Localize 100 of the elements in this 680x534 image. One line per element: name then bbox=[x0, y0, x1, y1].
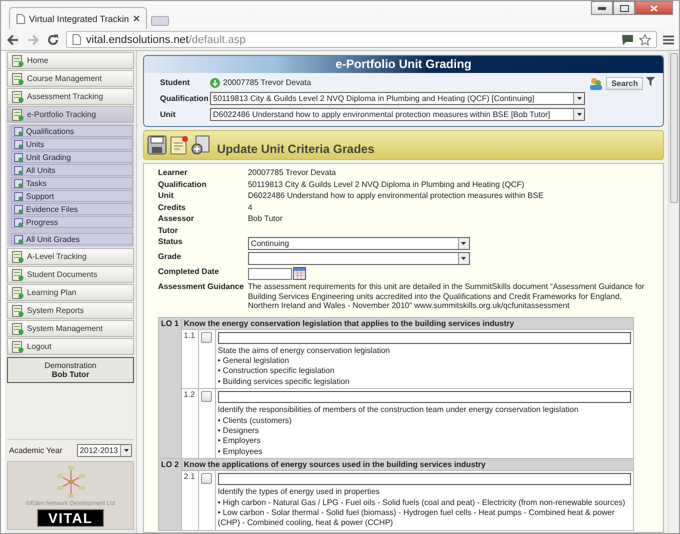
caret-icon bbox=[461, 257, 466, 260]
detail-value: The assessment requirements for this unit are detailed in the SummitSkills document “Assessment Guidance for Building Services Engineering units accredited into the Qualifications and Credit Frameworks for England, Northern Ireland and Wales - November 2010” www.summitskills.org.uk/qcfunitassessment bbox=[248, 282, 646, 310]
close-icon bbox=[650, 4, 658, 12]
select-field[interactable] bbox=[248, 252, 470, 265]
year-select[interactable]: 2012-2013 bbox=[76, 444, 132, 457]
bullet-item: • Construction specific legislation bbox=[218, 366, 336, 377]
minimize-button[interactable] bbox=[591, 1, 613, 15]
detail-label: Qualification bbox=[158, 180, 208, 189]
menu-item[interactable]: A-Level Tracking bbox=[7, 248, 134, 265]
outcome-code: LO 1 bbox=[158, 317, 182, 459]
detail-value: 20007785 Trevor Devata bbox=[248, 168, 337, 178]
field-label: Unit bbox=[160, 110, 177, 119]
url-host: vital.endsolutions.net bbox=[86, 34, 189, 46]
submenu-item[interactable]: Evidence Files bbox=[11, 203, 133, 215]
submenu-item[interactable]: Qualifications bbox=[11, 125, 133, 137]
select-field[interactable]: Continuing bbox=[248, 237, 470, 250]
detail-label: Assessor bbox=[158, 214, 196, 224]
calendar-icon[interactable] bbox=[292, 267, 306, 280]
menu-item[interactable]: Student Documents bbox=[7, 266, 134, 283]
form-icon bbox=[14, 192, 23, 200]
document-icon bbox=[11, 322, 24, 335]
page-icon bbox=[16, 14, 25, 24]
outcome-title: Know the energy conservation legislation that applies to the building services industry bbox=[181, 317, 634, 329]
document-icon bbox=[11, 108, 24, 121]
student-name: 20007785 Trevor Devata bbox=[223, 78, 312, 87]
field-label: Qualification bbox=[160, 94, 210, 103]
document-icon bbox=[11, 90, 24, 103]
document-icon bbox=[11, 304, 24, 317]
document-icon bbox=[11, 286, 24, 299]
page-icon bbox=[72, 34, 81, 45]
document-icon bbox=[11, 54, 24, 67]
menu-item[interactable]: System Reports bbox=[7, 302, 134, 319]
menu-item[interactable]: Assessment Tracking bbox=[7, 88, 134, 105]
brand-logo: VITAL bbox=[37, 509, 104, 527]
address-bar[interactable]: vital.endsolutions.net/default.asp bbox=[66, 31, 657, 48]
notepad-icon[interactable] bbox=[169, 135, 189, 155]
document-icon bbox=[11, 268, 24, 281]
star-icon[interactable] bbox=[639, 34, 651, 46]
reload-button[interactable] bbox=[46, 32, 60, 46]
menu-item[interactable]: System Management bbox=[7, 320, 134, 337]
text-field[interactable] bbox=[218, 332, 631, 344]
detail-value: Bob Tutor bbox=[248, 214, 284, 224]
caret-icon bbox=[124, 449, 128, 452]
back-arrow-icon bbox=[6, 32, 20, 46]
submenu-item[interactable]: Tasks bbox=[11, 177, 133, 189]
search-button[interactable]: Search bbox=[606, 77, 643, 90]
form-icon bbox=[14, 218, 23, 226]
tab-title: Virtual Integrated Trackin bbox=[29, 14, 129, 24]
document-icon bbox=[11, 340, 24, 353]
form-icon bbox=[14, 126, 23, 136]
submenu-item[interactable]: All Unit Grades bbox=[11, 233, 133, 245]
date-field[interactable] bbox=[248, 268, 292, 280]
submenu-item[interactable]: All Units bbox=[11, 164, 133, 176]
menu-item[interactable]: Learning Plan bbox=[7, 284, 134, 301]
criterion-code: 1.2 bbox=[181, 388, 198, 459]
checkbox[interactable] bbox=[200, 391, 212, 402]
panel-title: e-Portfolio Unit Grading bbox=[144, 56, 663, 73]
menu-item[interactable]: Course Management bbox=[7, 70, 134, 87]
checkbox[interactable] bbox=[200, 473, 212, 484]
outcome-code: LO 2 bbox=[158, 458, 182, 530]
add-document-icon[interactable] bbox=[191, 135, 211, 155]
checkbox[interactable] bbox=[200, 332, 212, 342]
scrollbar[interactable] bbox=[668, 51, 679, 533]
submenu-item[interactable]: Support bbox=[11, 190, 133, 202]
detail-label: Unit bbox=[158, 191, 175, 200]
detail-label: Status bbox=[158, 237, 184, 248]
field-label: Student bbox=[160, 78, 191, 87]
flag-icon[interactable] bbox=[621, 34, 634, 45]
people-icon bbox=[589, 77, 604, 90]
filter-icon[interactable] bbox=[646, 77, 655, 86]
menu-icon[interactable] bbox=[663, 34, 674, 44]
criterion-description: State the aims of energy conservation legislation bbox=[218, 346, 391, 356]
menu-item[interactable]: e-Portfolio Tracking bbox=[7, 106, 134, 123]
maximize-button[interactable] bbox=[613, 1, 635, 15]
select-field[interactable]: D6022486 Understand how to apply environmental protection measures within BSE [Bob Tutor] bbox=[210, 108, 585, 121]
criterion-code: 2.1 bbox=[181, 470, 198, 530]
close-button[interactable] bbox=[635, 1, 673, 15]
text-field[interactable] bbox=[218, 391, 631, 404]
criterion-description: Identify the responsibilities of members of the construction team under energy conservation legislation bbox=[218, 405, 580, 416]
select-field[interactable]: 50119813 City & Guilds Level 2 NVQ Diploma in Plumbing and Heating (QCF) [Continuing] bbox=[210, 92, 585, 105]
detail-label: Grade bbox=[158, 252, 182, 263]
submenu-item[interactable]: Progress bbox=[11, 216, 133, 228]
text-field[interactable] bbox=[218, 473, 631, 486]
form-icon bbox=[14, 152, 23, 162]
criterion-code: 1.1 bbox=[181, 329, 198, 389]
bullet-item: • Low carbon - Solar thermal - Solid fuel (biomass) - Hydrogen fuel cells - Heat pumps - Combined heat & power (CHP) - Combined cooling, heat & power (CCHP) bbox=[218, 508, 616, 529]
bullet-item: • General legislation bbox=[218, 356, 290, 366]
submenu-item[interactable]: Unit Grading bbox=[11, 151, 133, 163]
detail-value: 50119813 City & Guilds Level 2 NVQ Diploma in Plumbing and Heating (QCF) bbox=[248, 180, 526, 189]
save-icon[interactable] bbox=[147, 135, 167, 155]
menu-item[interactable]: Logout bbox=[7, 338, 134, 355]
detail-label: Credits bbox=[158, 202, 187, 212]
back-button[interactable] bbox=[6, 32, 20, 46]
submenu-item[interactable]: Units bbox=[11, 138, 133, 150]
browser-tab[interactable]: Virtual Integrated Trackin bbox=[9, 7, 147, 29]
close-icon[interactable] bbox=[132, 15, 140, 22]
form-icon bbox=[14, 140, 23, 148]
detail-label: Completed Date bbox=[158, 267, 220, 278]
criterion-description: Identify the types of energy used in properties bbox=[218, 487, 381, 498]
menu-item[interactable]: Home bbox=[7, 52, 134, 69]
